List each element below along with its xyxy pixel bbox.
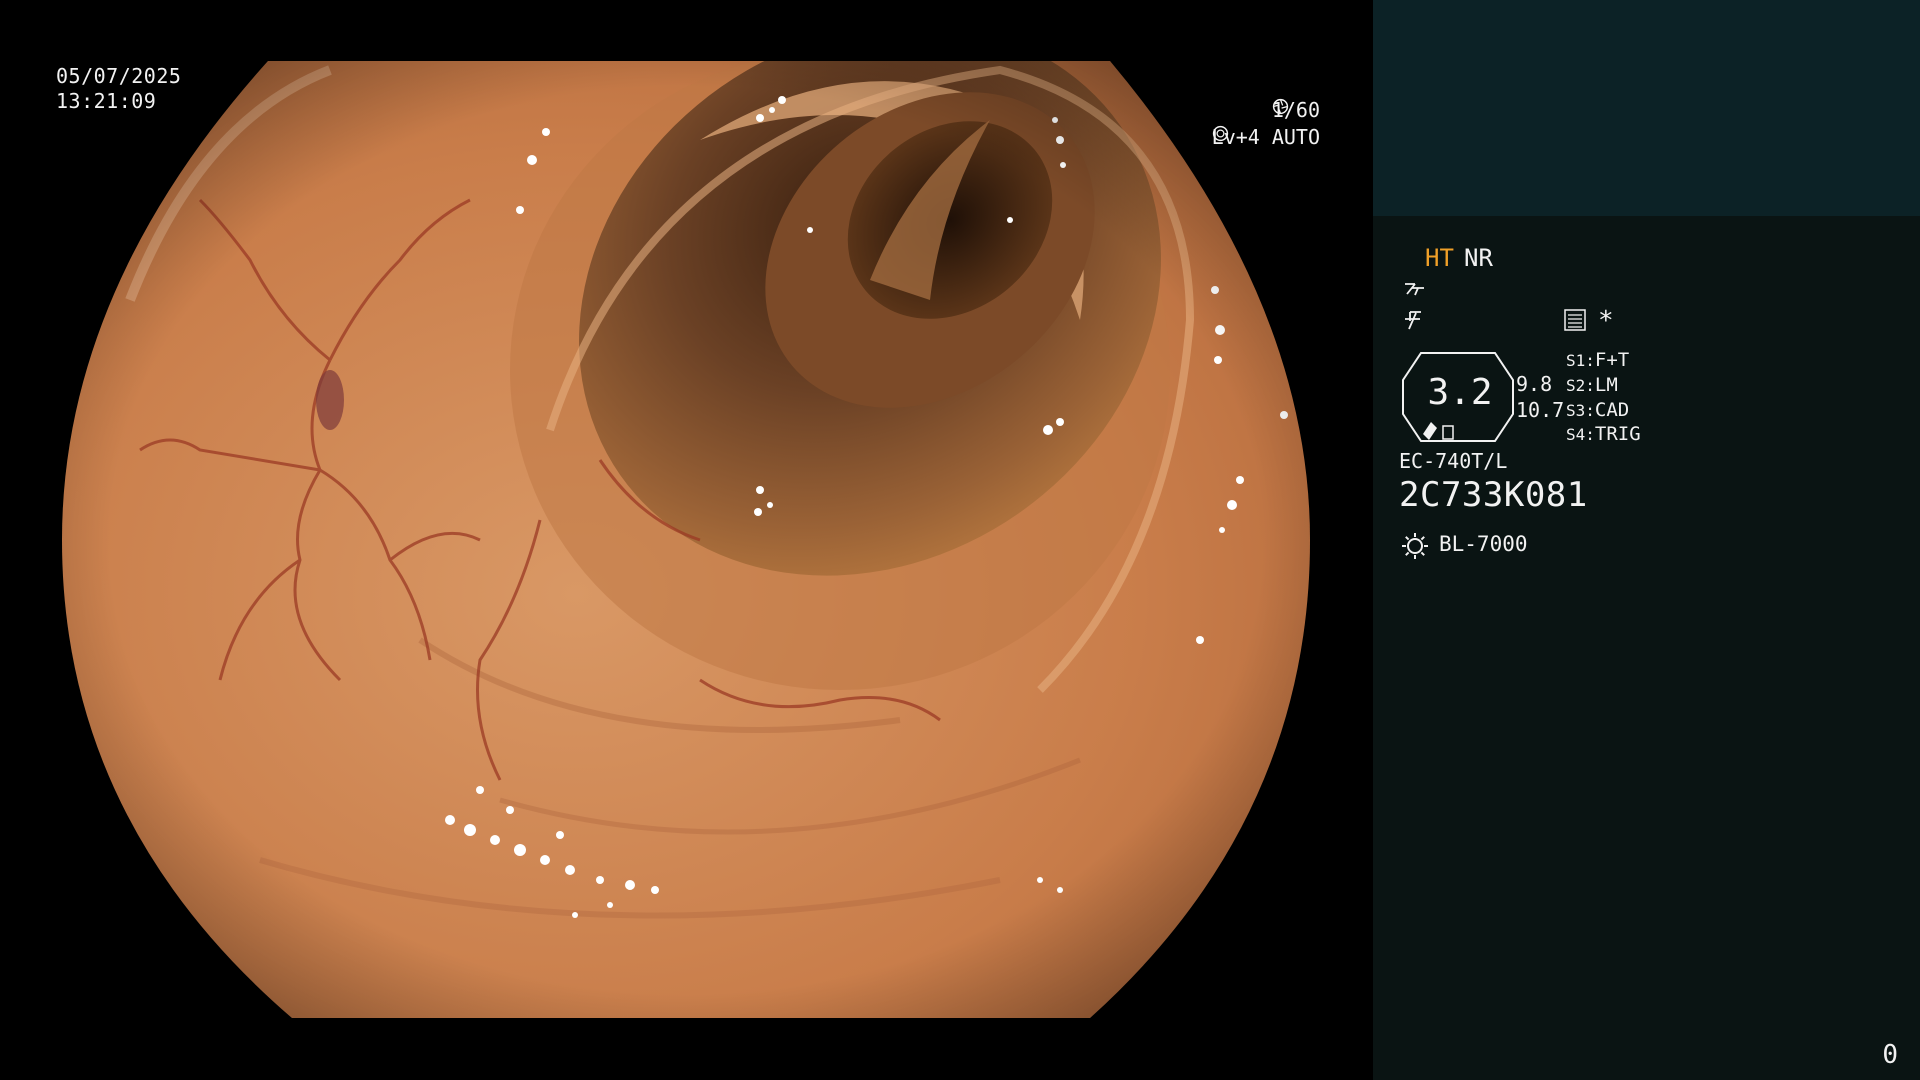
shutter-readout: 1/60 <box>1272 98 1320 123</box>
status-panel-header <box>1373 0 1920 216</box>
exam-time: 13:21:09 <box>56 89 157 113</box>
shutter-icon <box>1272 98 1288 115</box>
structure-enhance-icon <box>1405 283 1424 296</box>
exam-date: 05/07/2025 <box>56 64 182 88</box>
switch-key: S4: <box>1566 425 1595 444</box>
switch-s2: S2:LM <box>1566 374 1618 396</box>
zoom-scale-a: 9.8 <box>1516 372 1553 396</box>
switch-s1: S1:F+T <box>1566 349 1629 371</box>
ht-indicator: HT <box>1425 244 1454 272</box>
iris-icon <box>1212 125 1228 142</box>
switch-key: S1: <box>1566 351 1595 370</box>
switch-value: F+T <box>1594 349 1630 371</box>
image-counter: 0 <box>1882 1040 1898 1070</box>
scope-model: EC-740T/L <box>1399 449 1508 473</box>
colon-lumen-image <box>62 61 1310 1018</box>
switch-key: S2: <box>1566 376 1595 395</box>
nr-indicator: NR <box>1464 244 1493 272</box>
exposure-readout: 1/60 Lv+4 AUTO <box>1100 98 1320 158</box>
switch-s4: S4:TRIG <box>1566 423 1641 445</box>
menu-list-icon <box>1564 309 1586 331</box>
switch-value: LM <box>1594 374 1618 396</box>
switch-key: S3: <box>1566 401 1595 420</box>
endoscopic-image: 05/07/2025 13:21:09 1/60 Lv+4 AUTO <box>0 0 1372 1080</box>
switch-value: CAD <box>1594 399 1630 421</box>
zoom-value: 3.2 <box>1427 372 1493 413</box>
light-source-icon <box>1402 533 1428 559</box>
scope-serial-number: 2C733K081 <box>1399 475 1588 515</box>
star-marker: * <box>1598 306 1614 336</box>
light-source-model: BL-7000 <box>1439 532 1528 556</box>
exposure-level-readout: Lv+4 AUTO <box>1212 125 1320 150</box>
endoscopy-monitor: 05/07/2025 13:21:09 1/60 Lv+4 AUTO HT NR… <box>0 0 1920 1080</box>
status-panel: HT NR * 3.2 9.8 10.7 S1:F+T S2:LM S3:CAD… <box>1373 0 1920 1080</box>
exposure-mode: AUTO <box>1271 125 1320 149</box>
zoom-scale-b: 10.7 <box>1516 398 1565 422</box>
color-enhance-icon <box>1405 311 1421 330</box>
switch-s3: S3:CAD <box>1566 399 1629 421</box>
switch-value: TRIG <box>1594 423 1641 445</box>
